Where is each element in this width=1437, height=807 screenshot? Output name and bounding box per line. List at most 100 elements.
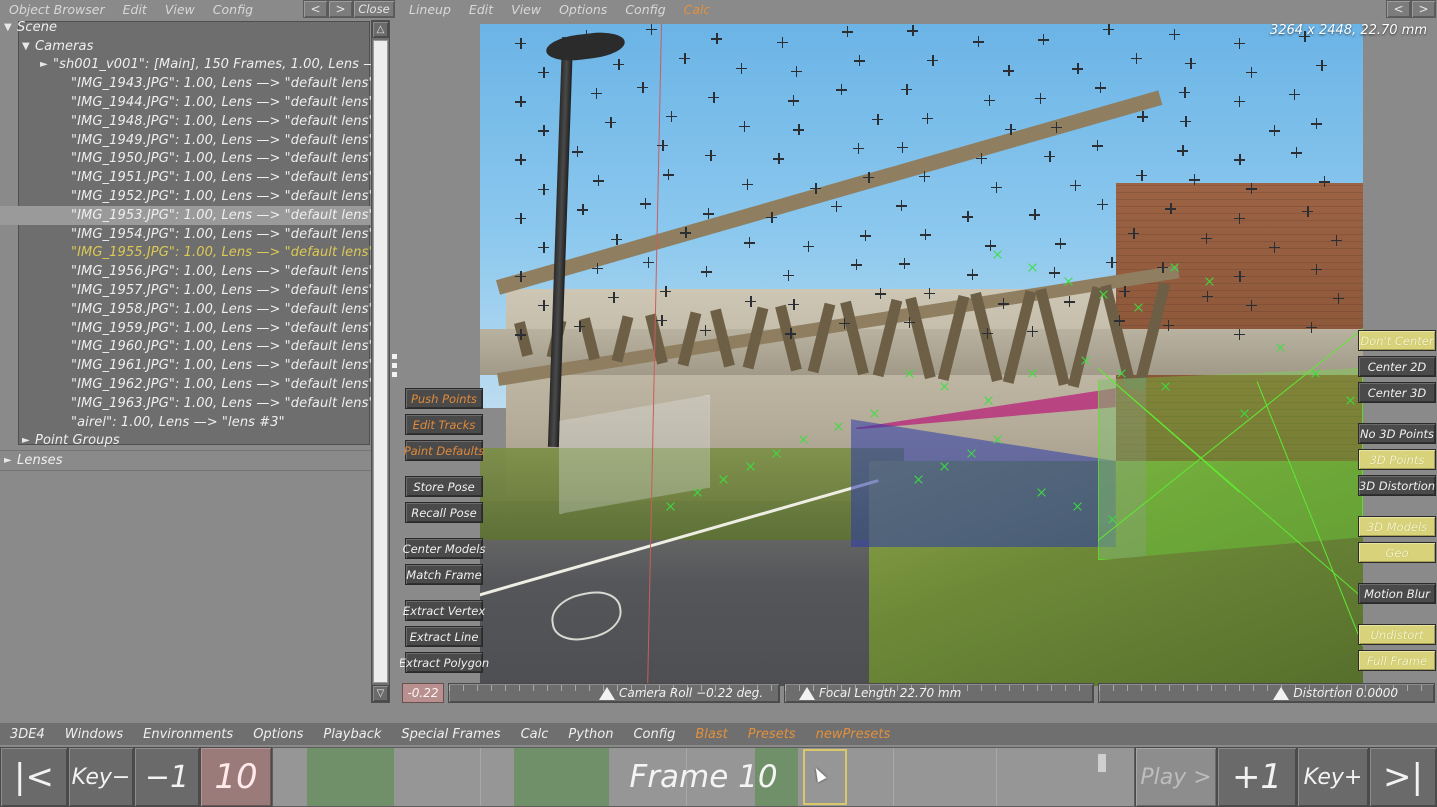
tree-item[interactable]: "IMG_1955.JPG": 1.00, Lens —> "default l… (0, 244, 388, 263)
tree-item[interactable]: ▼ Cameras (0, 37, 388, 56)
play-button[interactable]: Play > (1135, 747, 1217, 807)
tool-button-3d-points[interactable]: 3D Points (1358, 449, 1436, 470)
lineup-viewport[interactable]: 3264 x 2448, 22.70 mm Push Points Edit Tr… (400, 18, 1437, 706)
tool-button-no-3d-points[interactable]: No 3D Points (1358, 423, 1436, 444)
tool-button-extract-polygon[interactable]: Extract Polygon (400, 652, 489, 673)
distortion-slider[interactable]: Distortion 0.0000 (1098, 683, 1435, 703)
menu-config[interactable]: Config (204, 2, 262, 17)
app-menu-newpresets[interactable]: newPresets (806, 727, 901, 742)
app-menu-config[interactable]: Config (623, 727, 685, 742)
step-forward-button[interactable]: +1 (1217, 747, 1297, 807)
tree-item[interactable]: "IMG_1954.JPG": 1.00, Lens —> "default l… (0, 225, 388, 244)
menu-view[interactable]: View (156, 2, 204, 17)
browser-next-button[interactable]: > (328, 0, 353, 18)
tool-button-push-points[interactable]: Push Points (405, 388, 483, 409)
tool-button-motion-blur[interactable]: Motion Blur (1358, 583, 1436, 604)
previous-key-button[interactable]: Key− (68, 747, 134, 807)
app-menu-special-frames[interactable]: Special Frames (391, 727, 510, 742)
tree-item[interactable]: "IMG_1958.JPG": 1.00, Lens —> "default l… (0, 300, 388, 319)
scroll-up-icon[interactable]: △ (372, 21, 389, 38)
tree-item[interactable]: "IMG_1952.JPG": 1.00, Lens —> "default l… (0, 187, 388, 206)
next-key-button[interactable]: Key+ (1297, 747, 1369, 807)
current-frame-field[interactable]: 10 (200, 747, 272, 807)
app-menu-3de4[interactable]: 3DE4 (0, 727, 55, 742)
tree-item[interactable]: "IMG_1963.JPG": 1.00, Lens —> "default l… (0, 394, 388, 413)
tree-item[interactable]: "IMG_1957.JPG": 1.00, Lens —> "default l… (0, 281, 388, 300)
splitter-handle-dots[interactable] (391, 350, 398, 381)
app-menu-playback[interactable]: Playback (313, 727, 391, 742)
chevron-down-icon[interactable]: ▼ (22, 41, 35, 52)
browser-close-button[interactable]: Close (353, 0, 395, 18)
tool-button-3d-models[interactable]: 3D Models (1358, 516, 1436, 537)
tool-button-recall-pose[interactable]: Recall Pose (405, 502, 483, 523)
tool-button-center-models[interactable]: Center Models (403, 538, 485, 559)
tree-item[interactable]: "IMG_1949.JPG": 1.00, Lens —> "default l… (0, 131, 388, 150)
timeline-playhead[interactable] (802, 749, 847, 805)
menu-viewport-view[interactable]: View (502, 2, 550, 17)
timeline-range-marker[interactable] (1098, 754, 1106, 772)
tool-button-edit-tracks[interactable]: Edit Tracks (405, 414, 483, 435)
model-overlay-green[interactable] (1098, 368, 1363, 561)
viewport-next-button[interactable]: > (1411, 0, 1436, 18)
tree-item[interactable]: "IMG_1950.JPG": 1.00, Lens —> "default l… (0, 150, 388, 169)
tool-button-center-2d[interactable]: Center 2D (1358, 356, 1436, 377)
tree-item[interactable]: "IMG_1959.JPG": 1.00, Lens —> "default l… (0, 319, 388, 338)
timeline-track[interactable]: Frame 10 (272, 747, 1135, 807)
tree-item[interactable]: "IMG_1943.JPG": 1.00, Lens —> "default l… (0, 74, 388, 93)
go-to-end-button[interactable]: >| (1369, 747, 1437, 807)
tool-button-full-frame[interactable]: Full Frame (1358, 650, 1436, 671)
go-to-start-button[interactable]: |< (0, 747, 68, 807)
tool-button-match-frame[interactable]: Match Frame (405, 564, 483, 585)
camera-roll-value[interactable]: -0.22 (402, 683, 444, 703)
scene-tree[interactable]: ▼ Scene ▼ Cameras ► "sh001_v001": [Main], 150… (0, 18, 388, 706)
menu-options[interactable]: Options (550, 2, 616, 17)
menu-object-browser[interactable]: Object Browser (0, 2, 114, 17)
menu-viewport-edit[interactable]: Edit (460, 2, 502, 17)
chevron-right-icon[interactable]: ► (22, 435, 35, 446)
model-overlay-blue[interactable] (850, 388, 1116, 547)
tree-item[interactable]: ► "sh001_v001": [Main], 150 Frames, 1.00,… (0, 56, 388, 75)
app-menu-python[interactable]: Python (558, 727, 623, 742)
scroll-down-icon[interactable]: ▽ (372, 685, 389, 702)
app-menu-calc[interactable]: Calc (511, 727, 559, 742)
tree-item[interactable]: "IMG_1944.JPG": 1.00, Lens —> "default l… (0, 93, 388, 112)
step-back-button[interactable]: −1 (134, 747, 200, 807)
app-menu-blast[interactable]: Blast (685, 727, 737, 742)
focal-length-slider[interactable]: Focal Length 22.70 mm (784, 683, 1094, 703)
roll-slider-knob-icon[interactable] (599, 686, 615, 700)
chevron-down-icon[interactable]: ▼ (4, 22, 17, 33)
app-menu-presets[interactable]: Presets (738, 727, 806, 742)
panel-splitter[interactable] (390, 18, 399, 706)
scrollbar-thumb[interactable] (373, 40, 388, 683)
tree-item[interactable]: "IMG_1956.JPG": 1.00, Lens —> "default l… (0, 262, 388, 281)
tool-button-undistort[interactable]: Undistort (1358, 624, 1436, 645)
tree-item[interactable]: ▼ Scene (0, 18, 388, 37)
tool-button-3d-distortion[interactable]: 3D Distortion (1358, 475, 1436, 496)
app-menu-windows[interactable]: Windows (55, 727, 133, 742)
chevron-right-icon[interactable]: ► (4, 455, 17, 466)
distortion-slider-knob-icon[interactable] (1273, 686, 1290, 700)
tree-item[interactable]: "airel": 1.00, Lens —> "lens #3" (0, 413, 388, 432)
app-menu-environments[interactable]: Environments (133, 727, 243, 742)
menu-viewport-config[interactable]: Config (616, 2, 674, 17)
app-menu-options[interactable]: Options (243, 727, 313, 742)
browser-prev-button[interactable]: < (303, 0, 328, 18)
menu-calc[interactable]: Calc (675, 2, 720, 17)
menu-lineup[interactable]: Lineup (400, 2, 460, 17)
viewport-prev-button[interactable]: < (1386, 0, 1411, 18)
tree-item[interactable]: ► Point Groups (0, 432, 388, 451)
tree-item[interactable]: "IMG_1961.JPG": 1.00, Lens —> "default l… (0, 356, 388, 375)
camera-roll-slider[interactable]: Camera Roll −0.22 deg. (448, 683, 780, 703)
tree-item[interactable]: "IMG_1962.JPG": 1.00, Lens —> "default l… (0, 375, 388, 394)
tree-item[interactable]: "IMG_1951.JPG": 1.00, Lens —> "default l… (0, 168, 388, 187)
tool-button-extract-vertex[interactable]: Extract Vertex (403, 600, 485, 621)
timeline-keyframe-range[interactable] (514, 748, 609, 806)
focal-slider-knob-icon[interactable] (799, 686, 815, 700)
tool-button-extract-line[interactable]: Extract Line (405, 626, 483, 647)
tree-item[interactable]: "IMG_1953.JPG": 1.00, Lens —> "default l… (0, 205, 388, 225)
tool-button-store-pose[interactable]: Store Pose (405, 476, 483, 497)
tool-button-geo[interactable]: Geo (1358, 542, 1436, 563)
timeline-keyframe-range[interactable] (307, 748, 394, 806)
tool-button-center-3d[interactable]: Center 3D (1358, 382, 1436, 403)
chevron-right-icon[interactable]: ► (40, 59, 53, 70)
